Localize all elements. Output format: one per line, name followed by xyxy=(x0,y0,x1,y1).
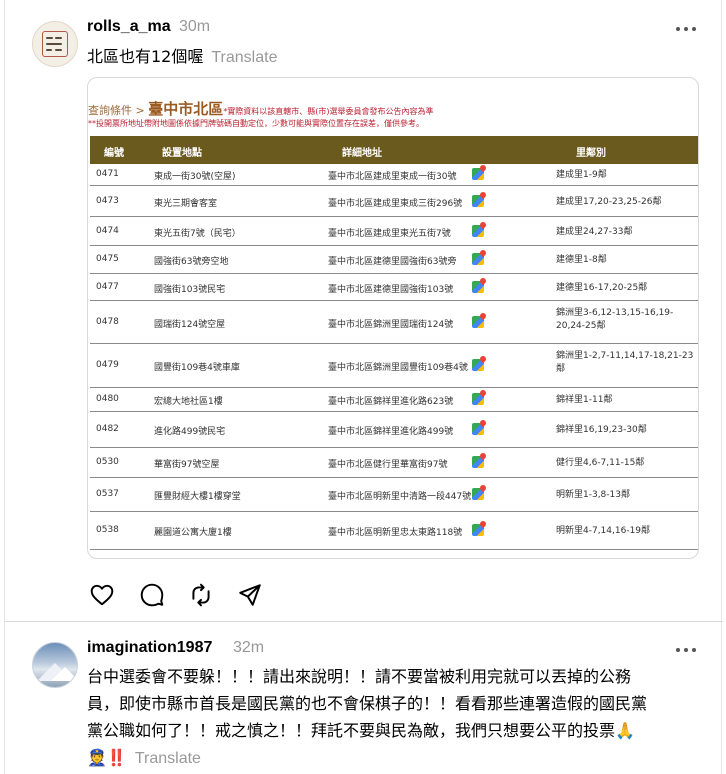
map-pin-icon[interactable] xyxy=(472,195,484,207)
map-pin-icon[interactable] xyxy=(472,168,484,180)
row-address: 臺中市北區建德里國強街103號 xyxy=(328,285,454,295)
row-address: 臺中市北區錦洲里國瑞街124號 xyxy=(328,320,454,330)
table-row: 0480 宏總大地社區1樓 臺中市北區錦祥里進化路623號 錦祥里1-11鄰 xyxy=(90,388,698,412)
comment-icon[interactable] xyxy=(139,582,165,608)
row-place: 國強街63號旁空地 xyxy=(154,257,229,267)
row-address: 臺中市北區明新里中清路一段447號 xyxy=(328,492,472,502)
row-li: 建成里17,20-23,25-26鄰 xyxy=(556,197,662,207)
row-li: 健行里4,6-7,11-15鄰 xyxy=(556,458,645,468)
row-address: 臺中市北區建成里東成一街30號 xyxy=(328,172,457,182)
heart-icon[interactable] xyxy=(89,582,115,608)
table-row: 0477 國強街103號民宅 臺中市北區建德里國強街103號 建德里16-17,20-… xyxy=(90,274,698,301)
image-subnote: **投開票所地址帶附地圖係依據門牌號碼自動定位，少數可能與實際位置存在誤差，僅供… xyxy=(88,119,424,128)
row-li: 錦祥里1-11鄰 xyxy=(556,395,613,405)
post-text-content: 北區也有12個喔 xyxy=(87,47,204,66)
row-place: 宏總大地社區1樓 xyxy=(154,397,223,407)
row-li: 建德里16-17,20-25鄰 xyxy=(556,283,648,293)
row-id: 0537 xyxy=(96,489,119,499)
timestamp[interactable]: 32m xyxy=(233,639,264,657)
table-row: 0478 國瑞街124號空屋 臺中市北區錦洲里國瑞街124號 錦洲里3-6,12-13… xyxy=(90,301,698,344)
row-address: 臺中市北區建成里東光五街7號 xyxy=(328,229,451,239)
post-text: 北區也有12個喔 Translate xyxy=(87,43,277,71)
row-id: 0538 xyxy=(96,525,119,535)
row-address: 臺中市北區錦洲里國豐街109巷4號 xyxy=(328,363,468,373)
post-text: 台中選委會不要躲！！！請出來說明！！請不要當被利用完就可以丟掉的公務 員，即使市… xyxy=(87,663,707,772)
share-icon[interactable] xyxy=(237,582,263,608)
row-id: 0477 xyxy=(96,282,119,292)
table-row: 0471 東成一街30號(空屋) 臺中市北區建成里東成一街30號 建成里1-9鄰 xyxy=(90,164,698,186)
map-pin-icon[interactable] xyxy=(472,225,484,237)
row-address: 臺中市北區錦祥里進化路499號 xyxy=(328,427,454,437)
row-place: 東成一街30號(空屋) xyxy=(154,172,236,182)
row-place: 國瑞街124號空屋 xyxy=(154,320,226,330)
row-place: 匯豐財經大樓1樓穿堂 xyxy=(154,492,241,502)
row-place: 進化路499號民宅 xyxy=(154,427,226,437)
row-place: 華富街97號空屋 xyxy=(154,460,220,470)
more-options-icon[interactable] xyxy=(676,26,696,32)
row-address: 臺中市北區錦祥里進化路623號 xyxy=(328,397,454,407)
translate-link[interactable]: Translate xyxy=(211,49,277,66)
row-id: 0473 xyxy=(96,196,119,206)
more-options-icon[interactable] xyxy=(676,647,696,653)
row-id: 0474 xyxy=(96,226,119,236)
table-row: 0479 國豐街109巷4號車庫 臺中市北區錦洲里國豐街109巷4號 錦洲里1-2,7… xyxy=(90,344,698,388)
row-id: 0482 xyxy=(96,424,119,434)
table-row: 0530 華富街97號空屋 臺中市北區健行里華富街97號 健行里4,6-7,11-15… xyxy=(90,448,698,478)
row-id: 0530 xyxy=(96,457,119,467)
police-emoji: 👮 xyxy=(87,748,107,767)
row-address: 臺中市北區明新里忠太東路118號 xyxy=(328,528,463,538)
row-place: 國強街103號民宅 xyxy=(154,285,226,295)
map-pin-icon[interactable] xyxy=(472,456,484,468)
table-row: 0475 國強街63號旁空地 臺中市北區建德里國強街63號旁 建德里1-8鄰 xyxy=(90,246,698,274)
map-pin-icon[interactable] xyxy=(472,253,484,265)
row-id: 0479 xyxy=(96,360,119,370)
table-row: 0482 進化路499號民宅 臺中市北區錦祥里進化路499號 錦祥里16,19,23-… xyxy=(90,412,698,448)
map-pin-icon[interactable] xyxy=(472,316,484,328)
row-id: 0475 xyxy=(96,254,119,264)
timestamp[interactable]: 30m xyxy=(179,18,210,36)
row-li: 建德里1-8鄰 xyxy=(556,255,607,265)
pray-emoji: 🙏 xyxy=(615,721,635,740)
row-place: 東光五街7號（民宅） xyxy=(154,229,241,239)
row-id: 0471 xyxy=(96,169,119,179)
row-place: 東光三期會客室 xyxy=(154,199,218,209)
row-address: 臺中市北區建成里東成三街296號 xyxy=(328,199,463,209)
map-pin-icon[interactable] xyxy=(472,393,484,405)
row-address: 臺中市北區建德里國強街63號旁 xyxy=(328,257,457,267)
row-li: 錦洲里1-2,7-11,14,17-18,21-23鄰 xyxy=(556,351,694,374)
table-row: 0473 東光三期會客室 臺中市北區建成里東成三街296號 建成里17,20-23,2… xyxy=(90,186,698,217)
map-pin-icon[interactable] xyxy=(472,524,484,536)
table-row: 0538 麗園道公寓大廈1樓 臺中市北區明新里忠太東路118號 明新里4-7,14,1… xyxy=(90,512,698,550)
row-id: 0478 xyxy=(96,317,119,327)
feed-frame: rolls_a_ma 30m 北區也有12個喔 Translate 查詢條件 > … xyxy=(4,0,723,774)
row-li: 明新里1-3,8-13鄰 xyxy=(556,490,630,500)
row-li: 建成里1-9鄰 xyxy=(556,170,607,180)
avatar[interactable] xyxy=(32,21,78,67)
map-pin-icon[interactable] xyxy=(472,488,484,500)
row-li: 建成里24,27-33鄰 xyxy=(556,227,633,237)
row-li: 錦洲里3-6,12-13,15-16,19-20,24-25鄰 xyxy=(556,308,674,331)
map-pin-icon[interactable] xyxy=(472,281,484,293)
repost-icon[interactable] xyxy=(188,582,214,608)
translate-link[interactable]: Translate xyxy=(135,750,201,767)
map-pin-icon[interactable] xyxy=(472,423,484,435)
table-header: 編號 設置地點 詳細地址 里鄰別 xyxy=(90,136,698,164)
row-address: 臺中市北區健行里華富街97號 xyxy=(328,460,448,470)
username[interactable]: imagination1987 xyxy=(87,639,212,657)
attached-image[interactable]: 查詢條件 > 臺中市北區*實際資料以該直轄市、縣(市)選舉委員會發布公告內容為準… xyxy=(87,77,699,559)
row-place: 國豐街109巷4號車庫 xyxy=(154,363,240,373)
map-pin-icon[interactable] xyxy=(472,359,484,371)
table-row: 0537 匯豐財經大樓1樓穿堂 臺中市北區明新里中清路一段447號 明新里1-3,8-… xyxy=(90,478,698,512)
avatar[interactable] xyxy=(32,642,78,688)
row-li: 錦祥里16,19,23-30鄰 xyxy=(556,425,647,435)
row-place: 麗園道公寓大廈1樓 xyxy=(154,528,232,538)
post-rolls-a-ma: rolls_a_ma 30m 北區也有12個喔 Translate 查詢條件 > … xyxy=(5,0,723,622)
table-row: 0474 東光五街7號（民宅） 臺中市北區建成里東光五街7號 建成里24,27-33鄰 xyxy=(90,217,698,246)
row-li: 明新里4-7,14,16-19鄰 xyxy=(556,526,651,536)
double-exclamation-emoji: ‼️ xyxy=(106,748,127,767)
image-breadcrumb: 查詢條件 > 臺中市北區*實際資料以該直轄市、縣(市)選舉委員會發布公告內容為準 xyxy=(88,100,434,118)
username[interactable]: rolls_a_ma xyxy=(87,18,171,36)
row-id: 0480 xyxy=(96,394,119,404)
